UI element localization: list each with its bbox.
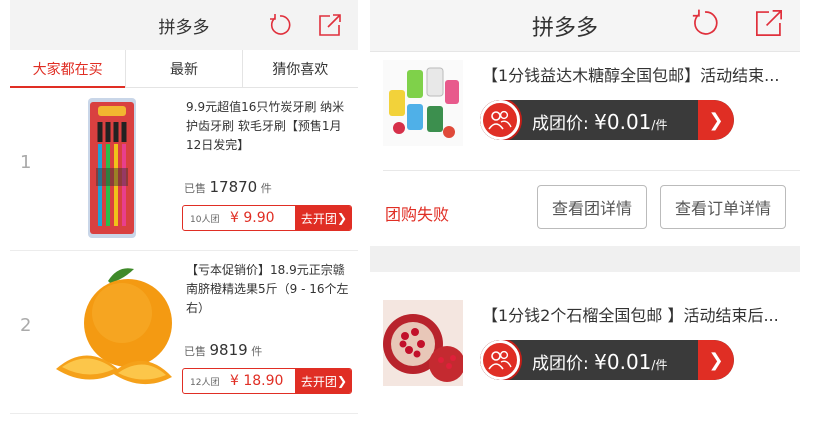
left-screen: 拼多多 大家都在买 最新 猜你喜欢 1 9.9元超值16只竹炭牙刷 纳米护齿牙刷…: [10, 0, 358, 428]
share-icon[interactable]: [752, 6, 786, 40]
product-row[interactable]: 1 9.9元超值16只竹炭牙刷 纳米护齿牙刷 软毛牙刷【预售1月12日发完】 已…: [10, 88, 358, 251]
group-users-icon: [480, 340, 520, 380]
view-group-details-button[interactable]: 查看团详情: [537, 185, 647, 229]
sold-count: 已售 9819 件: [184, 341, 262, 359]
view-order-details-button[interactable]: 查看订单详情: [660, 185, 786, 229]
chevron-right-icon: ❯: [336, 374, 347, 388]
group-price-bar[interactable]: 成团价: ¥0.01/件 ❯: [480, 340, 734, 380]
price-unit: /件: [651, 358, 668, 372]
product-name[interactable]: 9.9元超值16只竹炭牙刷 纳米护齿牙刷 软毛牙刷【预售1月12日发完】: [186, 98, 352, 155]
share-icon[interactable]: [316, 11, 344, 39]
sold-count: 已售 17870 件: [184, 178, 272, 196]
status-badge: 团购失败: [385, 205, 450, 224]
product-image[interactable]: [383, 60, 463, 146]
group-price: ¥0.01: [594, 350, 652, 374]
right-screen: 拼多多 【1分钱益达木糖醇全国包邮】活动结束... 成团价: ¥0.01/件 ❯…: [370, 0, 800, 428]
app-header: 拼多多: [10, 0, 358, 50]
product-image[interactable]: [48, 98, 176, 238]
product-row[interactable]: 2 【亏本促销价】18.9元正宗赣南脐橙精选果5斤（9 - 16个左右） 已售 …: [10, 251, 358, 414]
page-title: 拼多多: [158, 17, 210, 38]
group-order-card[interactable]: 【1分钱益达木糖醇全国包邮】活动结束... 成团价: ¥0.01/件 ❯: [370, 52, 800, 170]
group-price: ¥ 18.90: [230, 373, 284, 389]
group-price-bar[interactable]: 成团价: ¥0.01/件 ❯: [480, 100, 734, 140]
refresh-icon[interactable]: [688, 6, 722, 40]
app-header: 拼多多: [370, 0, 800, 52]
group-size: 12人团: [190, 377, 220, 388]
open-group-label[interactable]: 去开团 ❯: [294, 206, 351, 230]
sold-suffix: 件: [260, 182, 272, 195]
sold-prefix: 已售: [184, 182, 206, 195]
group-price-text: 成团价: ¥0.01/件: [532, 350, 668, 374]
chevron-right-icon: ❯: [336, 211, 347, 225]
product-image[interactable]: [48, 261, 176, 401]
sold-prefix: 已售: [184, 345, 206, 358]
open-group-label[interactable]: 去开团 ❯: [294, 369, 351, 393]
order-title[interactable]: 【1分钱2个石榴全国包邮 】活动结束后...: [482, 302, 794, 326]
sold-suffix: 件: [251, 345, 263, 358]
tab-newest[interactable]: 最新: [126, 50, 243, 87]
group-order-card[interactable]: 【1分钱2个石榴全国包邮 】活动结束后... 成团价: ¥0.01/件 ❯: [370, 292, 800, 410]
page-title: 拼多多: [531, 15, 598, 41]
group-price: ¥0.01: [594, 110, 652, 134]
order-status-row: 团购失败 查看团详情 查看订单详情: [383, 170, 800, 246]
open-group-button[interactable]: 10人团 ¥ 9.90 去开团 ❯: [182, 205, 352, 231]
sold-number: 9819: [209, 341, 248, 359]
group-size: 10人团: [190, 214, 220, 225]
chevron-right-icon[interactable]: ❯: [698, 100, 734, 140]
section-divider: [370, 246, 800, 272]
sold-number: 17870: [209, 178, 258, 196]
product-image[interactable]: [383, 300, 463, 386]
group-users-icon: [480, 100, 520, 140]
group-price: ¥ 9.90: [230, 210, 275, 226]
open-group-button[interactable]: 12人团 ¥ 18.90 去开团 ❯: [182, 368, 352, 394]
rank-number: 1: [20, 152, 32, 173]
tab-everyone-buying[interactable]: 大家都在买: [10, 50, 127, 88]
tab-bar: 大家都在买 最新 猜你喜欢: [10, 50, 358, 88]
product-name[interactable]: 【亏本促销价】18.9元正宗赣南脐橙精选果5斤（9 - 16个左右）: [186, 261, 352, 318]
group-price-text: 成团价: ¥0.01/件: [532, 110, 668, 134]
price-unit: /件: [651, 118, 668, 132]
order-title[interactable]: 【1分钱益达木糖醇全国包邮】活动结束...: [482, 62, 794, 86]
tab-recommended[interactable]: 猜你喜欢: [243, 50, 358, 87]
refresh-icon[interactable]: [266, 11, 294, 39]
rank-number: 2: [20, 315, 32, 336]
chevron-right-icon[interactable]: ❯: [698, 340, 734, 380]
